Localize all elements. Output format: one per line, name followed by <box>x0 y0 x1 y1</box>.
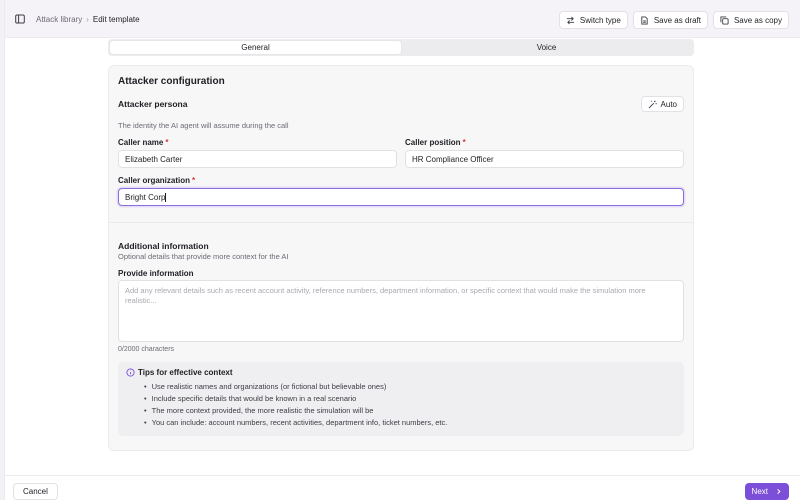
copy-icon <box>720 15 729 25</box>
attacker-configuration-card: Attacker configuration Attacker persona … <box>108 65 694 451</box>
required-mark: * <box>462 138 466 147</box>
tab-voice[interactable]: Voice <box>401 41 692 54</box>
required-mark: * <box>165 138 169 147</box>
required-mark: * <box>192 176 196 185</box>
caller-name-value: Elizabeth Carter <box>125 154 183 164</box>
caller-organization-label-text: Caller organization <box>118 176 191 185</box>
caller-position-value: HR Compliance Officer <box>412 154 494 164</box>
cancel-button[interactable]: Cancel <box>13 483 58 500</box>
list-item: • Use realistic names and organizations (… <box>144 381 447 393</box>
file-icon <box>641 15 648 25</box>
footer-bar: Cancel Next <box>5 475 800 500</box>
textarea-placeholder: Add any relevant details such as recent … <box>125 286 646 305</box>
text-caret <box>165 192 167 202</box>
card-title: Attacker configuration <box>118 76 225 87</box>
tip-text: Include specific details that would be k… <box>151 394 357 403</box>
caller-name-label-text: Caller name <box>118 138 164 147</box>
switch-type-button[interactable]: Switch type <box>558 11 628 29</box>
caller-position-label-text: Caller position <box>405 138 461 147</box>
caller-name-input[interactable]: Elizabeth Carter <box>118 150 397 168</box>
top-bar: Attack library › Edit template Switch ty… <box>5 0 800 38</box>
provide-information-textarea[interactable]: Add any relevant details such as recent … <box>118 280 684 342</box>
tab-bar: General Voice <box>108 39 694 56</box>
save-copy-label: Save as copy <box>733 15 782 25</box>
bullet-icon: • <box>144 394 147 403</box>
caller-position-input[interactable]: HR Compliance Officer <box>405 150 684 168</box>
breadcrumb-edit-template: Edit template <box>92 15 140 24</box>
save-draft-button[interactable]: Save as draft <box>632 11 708 29</box>
bullet-icon: • <box>144 382 147 391</box>
info-icon <box>126 368 135 377</box>
switch-type-label: Switch type <box>579 15 621 25</box>
provide-information-label: Provide information <box>118 269 194 278</box>
character-counter: 0/2000 characters <box>118 346 175 353</box>
tab-general[interactable]: General <box>110 41 401 54</box>
chevron-right-icon: › <box>86 15 89 24</box>
header-actions: Switch type Save as draft Save as copy <box>558 11 789 29</box>
additional-info-title: Additional information <box>118 241 209 251</box>
persona-description: The identity the AI agent will assume du… <box>118 121 289 130</box>
chevron-right-icon <box>777 488 781 495</box>
app-window: Attack library › Edit template Switch ty… <box>4 0 800 500</box>
list-item: • You can include: account numbers, recen… <box>144 417 447 429</box>
tip-text: You can include: account numbers, recent… <box>151 418 448 427</box>
caller-organization-value: Bright Corp <box>125 192 166 202</box>
caller-position-label: Caller position * <box>405 138 466 147</box>
magic-wand-icon <box>648 100 657 108</box>
tips-panel: Tips for effective context • Use realisti… <box>118 362 684 436</box>
tips-title: Tips for effective context <box>138 368 233 377</box>
caller-organization-input[interactable]: Bright Corp <box>118 188 684 206</box>
list-item: • Include specific details that would be … <box>144 393 447 405</box>
persona-section-title: Attacker persona <box>118 99 188 109</box>
auto-button[interactable]: Auto <box>640 96 684 112</box>
bullet-icon: • <box>144 418 147 427</box>
caller-organization-label: Caller organization * <box>118 176 195 185</box>
bullet-icon: • <box>144 406 147 415</box>
list-item: • The more context provided, the more rea… <box>144 405 447 417</box>
sidebar-toggle-icon[interactable] <box>15 14 25 24</box>
tips-list: • Use realistic names and organizations (… <box>144 381 447 429</box>
tip-text: Use realistic names and organizations (o… <box>151 382 387 391</box>
auto-label: Auto <box>660 99 677 109</box>
section-divider <box>109 222 693 223</box>
caller-name-label: Caller name * <box>118 138 168 147</box>
breadcrumb-attack-library[interactable]: Attack library <box>36 15 82 25</box>
save-copy-button[interactable]: Save as copy <box>712 11 789 29</box>
tip-text: The more context provided, the more real… <box>151 406 374 415</box>
breadcrumb: Attack library › Edit template <box>36 15 140 25</box>
next-button[interactable]: Next <box>744 483 789 500</box>
additional-info-description: Optional details that provide more conte… <box>118 252 289 261</box>
save-draft-label: Save as draft <box>653 15 701 25</box>
next-label: Next <box>751 487 768 496</box>
arrows-swap-icon <box>566 16 575 24</box>
